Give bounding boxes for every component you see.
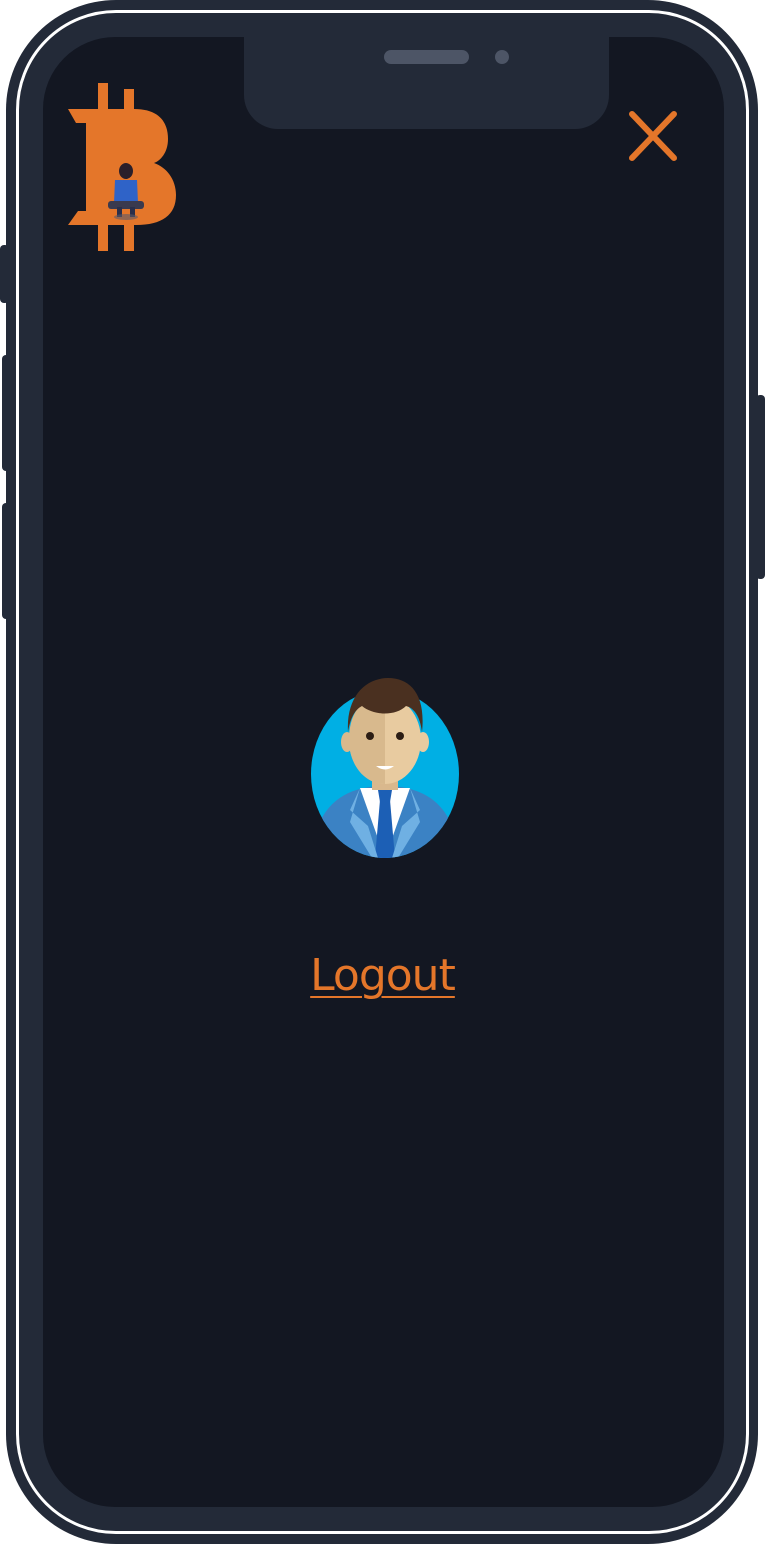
phone-notch xyxy=(244,37,609,129)
close-icon[interactable] xyxy=(626,110,680,164)
volume-up-button xyxy=(2,355,10,471)
logout-link[interactable]: Logout xyxy=(0,950,765,1001)
mute-switch xyxy=(0,245,9,303)
user-avatar-icon xyxy=(311,678,459,858)
speaker-grille xyxy=(384,50,469,64)
front-camera xyxy=(495,50,509,64)
bitcoin-logo-icon[interactable] xyxy=(68,83,178,251)
volume-down-button xyxy=(2,503,10,619)
power-button xyxy=(756,395,765,579)
